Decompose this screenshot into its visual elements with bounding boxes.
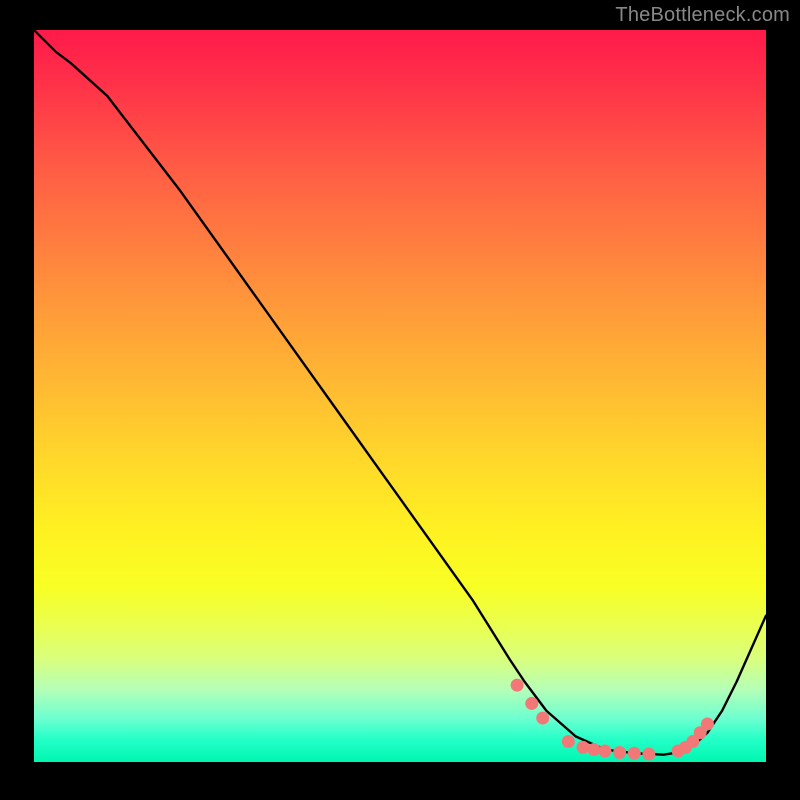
chart-root: TheBottleneck.com	[0, 0, 800, 800]
marker-dot	[525, 697, 538, 710]
marker-dot	[642, 747, 655, 760]
bottleneck-curve	[34, 30, 766, 755]
curve-markers	[511, 679, 714, 761]
marker-dot	[511, 679, 524, 692]
marker-dot	[628, 747, 641, 760]
marker-dot	[577, 741, 590, 754]
marker-dot	[536, 712, 549, 725]
plot-area	[34, 30, 766, 762]
marker-dot	[701, 717, 714, 730]
watermark-text: TheBottleneck.com	[615, 4, 790, 27]
marker-dot	[562, 735, 575, 748]
curve-layer	[34, 30, 766, 762]
marker-dot	[613, 746, 626, 759]
marker-dot	[598, 745, 611, 758]
marker-dot	[587, 743, 600, 756]
